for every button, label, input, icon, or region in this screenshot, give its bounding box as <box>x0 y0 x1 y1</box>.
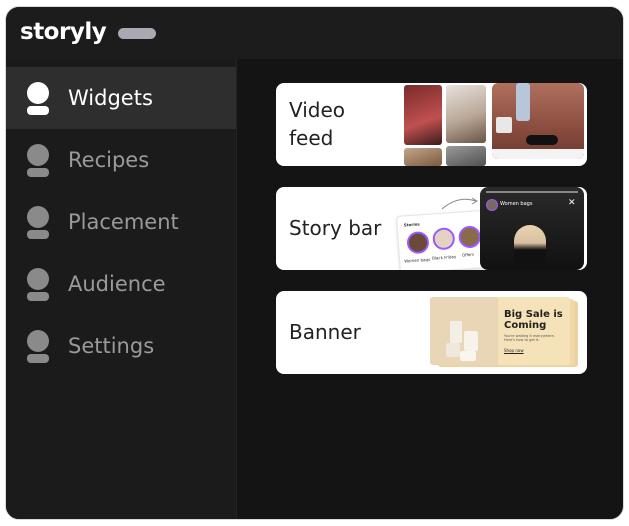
story-caption: Black Friday <box>431 253 457 261</box>
sidebar-item-audience[interactable]: Audience <box>6 253 236 315</box>
storyly-logo: storyly <box>20 19 107 45</box>
video-thumb <box>446 146 486 166</box>
card-label-line: Video <box>289 98 346 122</box>
card-label-line: feed <box>289 126 334 150</box>
user-icon <box>26 206 50 239</box>
video-thumb <box>404 148 442 166</box>
sidebar-item-label: Widgets <box>68 86 153 110</box>
sidebar-item-label: Audience <box>68 272 166 296</box>
video-thumb <box>446 85 486 143</box>
story-player-title: Women bags <box>500 201 533 207</box>
card-label: Banner <box>289 320 361 344</box>
close-icon[interactable]: ✕ <box>568 198 576 208</box>
sidebar: Widgets Recipes Placement Audience Setti… <box>6 59 237 519</box>
banner-headline: Big Sale is Coming <box>504 309 563 331</box>
arrow-icon <box>441 197 478 210</box>
banner-subtext: You're waiting it everywhere. Here's how… <box>504 334 555 342</box>
sidebar-item-label: Recipes <box>68 148 150 172</box>
sidebar-item-label: Placement <box>68 210 179 234</box>
card-label: Story bar <box>289 216 382 240</box>
story-caption: Offers <box>461 251 475 258</box>
story-bar-card[interactable]: Story bar Stories Women bags Black Frida… <box>276 187 587 270</box>
menu-pill[interactable] <box>118 28 156 39</box>
stories-panel: Stories Women bags Black Friday Offers <box>396 210 486 270</box>
user-icon <box>26 82 50 115</box>
shop-now-link[interactable]: Shop now <box>504 348 524 353</box>
story-avatar[interactable] <box>432 227 456 251</box>
video-thumb <box>404 85 442 145</box>
sidebar-item-placement[interactable]: Placement <box>6 191 236 253</box>
stories-header: Stories <box>403 221 420 228</box>
story-player: Women bags ✕ <box>480 187 584 270</box>
top-bar: storyly <box>6 7 623 59</box>
video-feed-card[interactable]: Video feed <box>276 83 587 166</box>
story-avatar[interactable] <box>406 230 430 255</box>
banner-card[interactable]: Banner Big Sale is Coming You're waiting… <box>276 291 587 374</box>
user-icon <box>26 268 50 301</box>
video-player <box>492 83 584 159</box>
banner-preview: Big Sale is Coming You're waiting it eve… <box>430 297 580 368</box>
card-label: Video feed <box>289 96 345 152</box>
app-window: storyly Widgets Recipes Placement Audien… <box>5 6 624 520</box>
sidebar-item-recipes[interactable]: Recipes <box>6 129 236 191</box>
sidebar-item-widgets[interactable]: Widgets <box>6 67 236 129</box>
sidebar-item-settings[interactable]: Settings <box>6 315 236 377</box>
sidebar-item-label: Settings <box>68 334 155 358</box>
story-bar-preview: Stories Women bags Black Friday Offers W… <box>394 187 587 270</box>
video-feed-preview <box>402 83 587 166</box>
story-caption: Women bags <box>404 256 431 264</box>
story-avatar[interactable] <box>457 225 482 249</box>
user-icon <box>26 330 50 363</box>
user-icon <box>26 144 50 177</box>
